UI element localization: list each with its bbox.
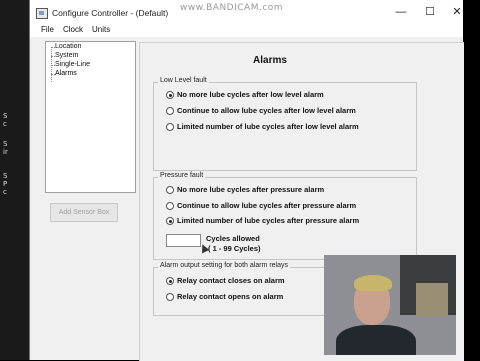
desktop-label: S	[3, 140, 8, 148]
pressure-option-label[interactable]: Limited number of lube cycles after pres…	[177, 216, 359, 225]
page-title: Alarms	[253, 55, 287, 66]
desktop-background-right	[462, 0, 480, 360]
title-bar[interactable]: Configure Controller - (Default) www.BAN…	[30, 0, 463, 24]
pressure-radio-continue[interactable]	[166, 202, 174, 210]
low-level-fault-group: Low Level fault No more lube cycles afte…	[153, 77, 417, 171]
relay-option-label[interactable]: Relay contact closes on alarm	[177, 276, 285, 285]
tree-item-location[interactable]: Location	[50, 43, 81, 50]
webcam-wall-poster	[416, 283, 448, 317]
group-title: Low Level fault	[158, 77, 209, 84]
pressure-option-label[interactable]: Continue to allow lube cycles after pres…	[177, 201, 356, 210]
group-title: Pressure fault	[158, 172, 206, 179]
cycles-allowed-input[interactable]	[166, 234, 201, 247]
desktop-label: S	[3, 112, 8, 120]
menu-units[interactable]: Units	[92, 25, 110, 34]
low-level-radio-continue[interactable]	[166, 107, 174, 115]
recorder-watermark: www.BANDICAM.com	[180, 3, 284, 13]
maximize-button[interactable]: ☐	[418, 5, 442, 19]
window-title: Configure Controller - (Default)	[52, 8, 169, 18]
relay-option-label[interactable]: Relay contact opens on alarm	[177, 292, 283, 301]
group-title: Alarm output setting for both alarm rela…	[158, 262, 291, 269]
desktop-label: P	[3, 180, 8, 188]
low-level-option-label[interactable]: Limited number of lube cycles after low …	[177, 122, 359, 131]
desktop-label: ir	[3, 148, 8, 156]
cycles-range-hint: ( 1 - 99 Cycles)	[208, 244, 261, 253]
cycles-allowed-label: Cycles allowed	[206, 234, 260, 243]
low-level-option-label[interactable]: No more lube cycles after low level alar…	[177, 90, 324, 99]
low-level-option-label[interactable]: Continue to allow lube cycles after low …	[177, 106, 356, 115]
relay-radio-closes[interactable]	[166, 277, 174, 285]
tree-item-alarms[interactable]: Alarms	[51, 70, 77, 77]
close-button[interactable]: ✕	[445, 5, 469, 19]
minimize-button[interactable]: —	[389, 5, 413, 19]
tree-item-single-line[interactable]: Single-Line	[50, 61, 90, 68]
desktop-label: S	[3, 172, 8, 180]
menu-file[interactable]: File	[41, 25, 54, 34]
relay-radio-opens[interactable]	[166, 293, 174, 301]
desktop-background-left: S c S ir S P c	[0, 0, 29, 360]
menu-clock[interactable]: Clock	[63, 25, 83, 34]
desktop-label: c	[3, 120, 7, 128]
webcam-person-hair	[354, 275, 392, 291]
navigation-tree: Location System Single-Line Alarms	[45, 41, 136, 193]
pressure-radio-no-more[interactable]	[166, 186, 174, 194]
add-sensor-box-button[interactable]: Add Sensor Box	[50, 203, 118, 222]
low-level-radio-no-more[interactable]	[166, 91, 174, 99]
pressure-radio-limited[interactable]	[166, 217, 174, 225]
pressure-fault-group: Pressure fault No more lube cycles after…	[153, 172, 417, 260]
desktop-label: c	[3, 188, 7, 196]
pressure-option-label[interactable]: No more lube cycles after pressure alarm	[177, 185, 324, 194]
webcam-overlay	[324, 255, 456, 355]
low-level-radio-limited[interactable]	[166, 123, 174, 131]
tree-item-system[interactable]: System	[50, 52, 78, 59]
webcam-person-shirt	[336, 325, 416, 355]
app-icon	[36, 8, 48, 19]
menu-bar: File Clock Units	[30, 24, 463, 37]
